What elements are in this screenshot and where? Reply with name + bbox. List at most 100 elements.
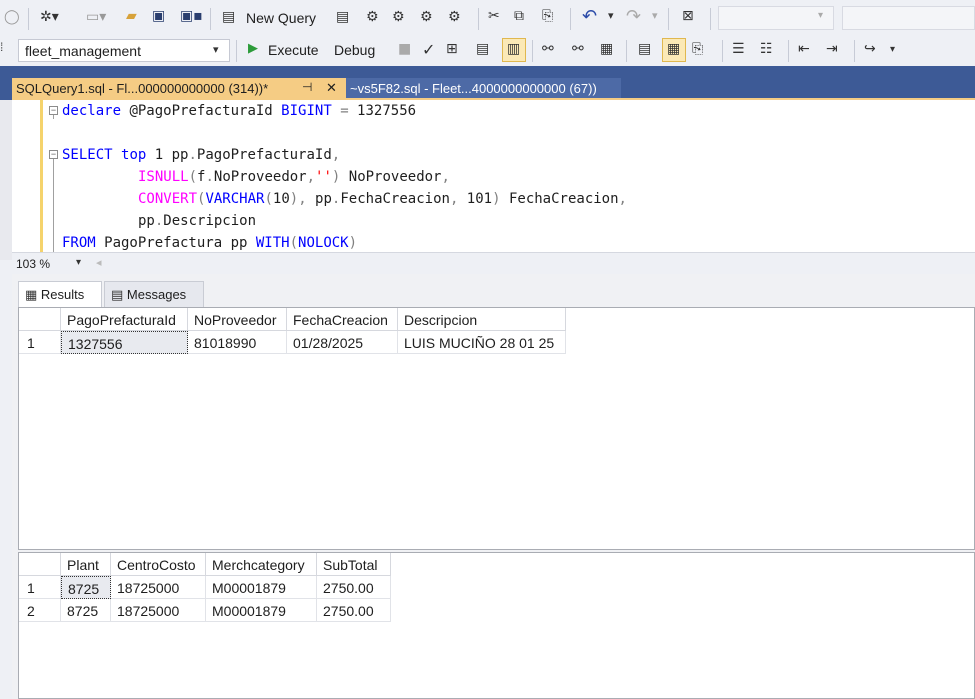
chevron-down-icon: ▾ xyxy=(213,43,219,56)
column-header[interactable]: Plant xyxy=(61,553,111,576)
results-to-text-icon[interactable]: ▤ xyxy=(638,41,651,57)
include-plan-icon[interactable]: ⚯ xyxy=(542,41,554,57)
table-cell[interactable]: 01/28/2025 xyxy=(287,331,398,354)
specify-values-icon[interactable]: ↪ xyxy=(864,41,876,57)
table-cell[interactable]: M00001879 xyxy=(206,599,317,622)
results-to-file-icon[interactable]: ⎘ xyxy=(692,41,703,57)
toolbar-separator xyxy=(626,40,627,62)
new-project-icon[interactable]: ✲▾ xyxy=(40,9,59,25)
cut-icon[interactable]: ✂ xyxy=(488,8,500,24)
row-number[interactable]: 2 xyxy=(19,599,61,622)
column-header[interactable]: FechaCreacion xyxy=(287,308,398,331)
row-header-corner[interactable] xyxy=(19,553,61,576)
chevron-down-icon[interactable]: ▾ xyxy=(608,9,614,22)
close-icon[interactable]: ✕ xyxy=(326,80,337,96)
execute-icon[interactable]: ▶ xyxy=(248,41,258,56)
column-header[interactable]: Merchcategory xyxy=(206,553,317,576)
new-query-icon[interactable]: ▤ xyxy=(222,9,235,25)
row-header-corner[interactable] xyxy=(19,308,61,331)
live-stats-icon[interactable]: ⚯ xyxy=(572,41,584,57)
tab-sqlquery1[interactable]: SQLQuery1.sql - Fl...000000000000 (314))… xyxy=(12,78,346,98)
tab-messages-label: Messages xyxy=(126,287,187,302)
check-syntax-icon[interactable]: ✓ xyxy=(422,40,435,59)
solution-config-dropdown[interactable] xyxy=(718,6,834,30)
toolbar-overflow-icon[interactable]: ▾ xyxy=(890,44,895,55)
new-query-button[interactable]: New Query xyxy=(246,10,316,26)
tab-results[interactable]: ▦ Results xyxy=(18,281,102,307)
open-folder-icon[interactable]: ▰ xyxy=(126,8,137,24)
column-header[interactable]: PagoPrefacturaId xyxy=(61,308,188,331)
scroll-left-icon[interactable]: ◂ xyxy=(96,256,102,269)
code-line-5: CONVERT(VARCHAR(10), pp.FechaCreacion, 1… xyxy=(138,191,627,207)
outdent-icon[interactable]: ⇤ xyxy=(798,41,810,57)
comment-icon[interactable]: ☰ xyxy=(732,41,745,57)
results-to-grid-icon: ▦ xyxy=(667,41,681,57)
database-selector[interactable]: fleet_management ▾ xyxy=(18,39,230,62)
dax-query-icon[interactable]: ⚙ xyxy=(448,9,461,25)
toolbar-grip-icon: ⁞ xyxy=(0,40,4,54)
table-cell-selected[interactable]: 8725 xyxy=(61,576,111,599)
row-number[interactable]: 1 xyxy=(19,331,61,354)
column-header[interactable]: NoProveedor xyxy=(188,308,287,331)
chevron-down-icon[interactable]: ▾ xyxy=(652,9,658,22)
xmla-query-icon[interactable]: ⚙ xyxy=(392,9,405,25)
code-line-4: ISNULL(f.NoProveedor,'') NoProveedor, xyxy=(138,169,450,185)
dax-query-icon[interactable]: ⚙ xyxy=(420,9,433,25)
table-cell[interactable]: 2750.00 xyxy=(317,599,391,622)
save-all-icon[interactable]: ▣▪ xyxy=(180,8,203,24)
toolbar-separator xyxy=(532,40,533,62)
debug-button[interactable]: Debug xyxy=(334,42,375,58)
dmx-query-icon[interactable]: ⚙ xyxy=(366,9,379,25)
row-number[interactable]: 1 xyxy=(19,576,61,599)
zoom-selector[interactable]: 103 % ▾ xyxy=(14,256,88,273)
result-grid-2[interactable]: Plant CentroCosto Merchcategory SubTotal… xyxy=(18,552,975,699)
tab-messages[interactable]: ▤ Messages xyxy=(104,281,204,307)
toolbar-separator xyxy=(668,8,669,30)
collapse-icon[interactable]: − xyxy=(49,106,58,115)
toolbar-separator xyxy=(722,40,723,62)
stop-icon[interactable]: ■ xyxy=(398,41,411,57)
editor-status-bar xyxy=(12,252,975,274)
table-cell-selected[interactable]: 1327556 xyxy=(61,331,188,354)
fold-line xyxy=(53,159,54,252)
result-grid-1[interactable]: PagoPrefacturaId NoProveedor FechaCreaci… xyxy=(18,307,975,550)
table-cell[interactable]: 8725 xyxy=(61,599,111,622)
add-item-icon[interactable]: ▭▾ xyxy=(86,9,106,25)
copy-icon[interactable]: ⧉ xyxy=(514,8,524,24)
find-box[interactable] xyxy=(842,6,975,30)
collapse-icon[interactable]: − xyxy=(49,150,58,159)
client-stats-icon[interactable]: ▦ xyxy=(600,41,613,57)
results-to-grid-button[interactable]: ▦ xyxy=(662,38,686,62)
column-header[interactable]: Descripcion xyxy=(398,308,566,331)
uncomment-icon[interactable]: ☷ xyxy=(760,41,773,57)
paste-icon[interactable]: ⎘ xyxy=(542,8,553,24)
chevron-down-icon: ▾ xyxy=(76,257,82,268)
code-line-3: SELECT top 1 pp.PagoPrefacturaId, xyxy=(62,147,341,163)
code-line-6: pp.Descripcion xyxy=(138,213,257,229)
activity-monitor-icon[interactable]: ⊠ xyxy=(682,8,694,24)
query-options-icon[interactable]: ▤ xyxy=(476,41,489,57)
tab-label: ~vs5F82.sql - Fleet...4000000000000 (67)… xyxy=(350,81,597,96)
column-header[interactable]: SubTotal xyxy=(317,553,391,576)
pin-icon[interactable]: ⊣ xyxy=(302,80,312,94)
query-designer-button[interactable]: ▥ xyxy=(502,38,526,62)
column-header[interactable]: CentroCosto xyxy=(111,553,206,576)
tab-vs5f82[interactable]: ~vs5F82.sql - Fleet...4000000000000 (67)… xyxy=(346,78,621,98)
fold-line xyxy=(53,115,54,119)
chevron-down-icon: ▾ xyxy=(818,10,824,21)
execute-button[interactable]: Execute xyxy=(268,42,319,58)
table-cell[interactable]: LUIS MUCIÑO 28 01 25 xyxy=(398,331,566,354)
table-cell[interactable]: M00001879 xyxy=(206,576,317,599)
redo-icon[interactable]: ↷ xyxy=(626,6,641,27)
indent-icon[interactable]: ⇥ xyxy=(826,41,838,57)
table-cell[interactable]: 18725000 xyxy=(111,576,206,599)
display-plan-icon[interactable]: ⊞ xyxy=(446,41,458,57)
undo-icon[interactable]: ↶ xyxy=(582,6,597,27)
mdx-query-icon[interactable]: ▤ xyxy=(336,9,349,25)
back-icon[interactable]: ◯ xyxy=(4,9,20,25)
table-cell[interactable]: 81018990 xyxy=(188,331,287,354)
save-icon[interactable]: ▣ xyxy=(152,8,165,24)
table-cell[interactable]: 18725000 xyxy=(111,599,206,622)
table-cell[interactable]: 2750.00 xyxy=(317,576,391,599)
tab-label: SQLQuery1.sql - Fl...000000000000 (314))… xyxy=(16,81,269,96)
